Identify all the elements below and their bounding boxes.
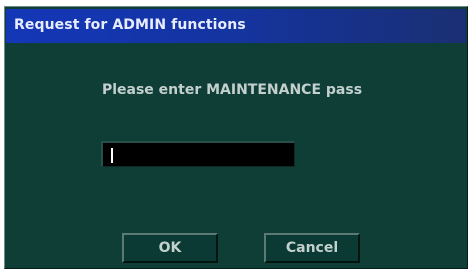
admin-request-dialog — [4, 6, 468, 269]
dialog-title-bar: Request for ADMIN functions — [6, 9, 466, 43]
cancel-button[interactable]: Cancel — [264, 233, 360, 263]
maintenance-password-input[interactable] — [101, 141, 295, 167]
ok-button[interactable]: OK — [122, 233, 218, 263]
password-prompt: Please enter MAINTENANCE pass — [101, 82, 363, 98]
dialog-title: Request for ADMIN functions — [14, 17, 246, 33]
text-cursor — [111, 148, 113, 163]
